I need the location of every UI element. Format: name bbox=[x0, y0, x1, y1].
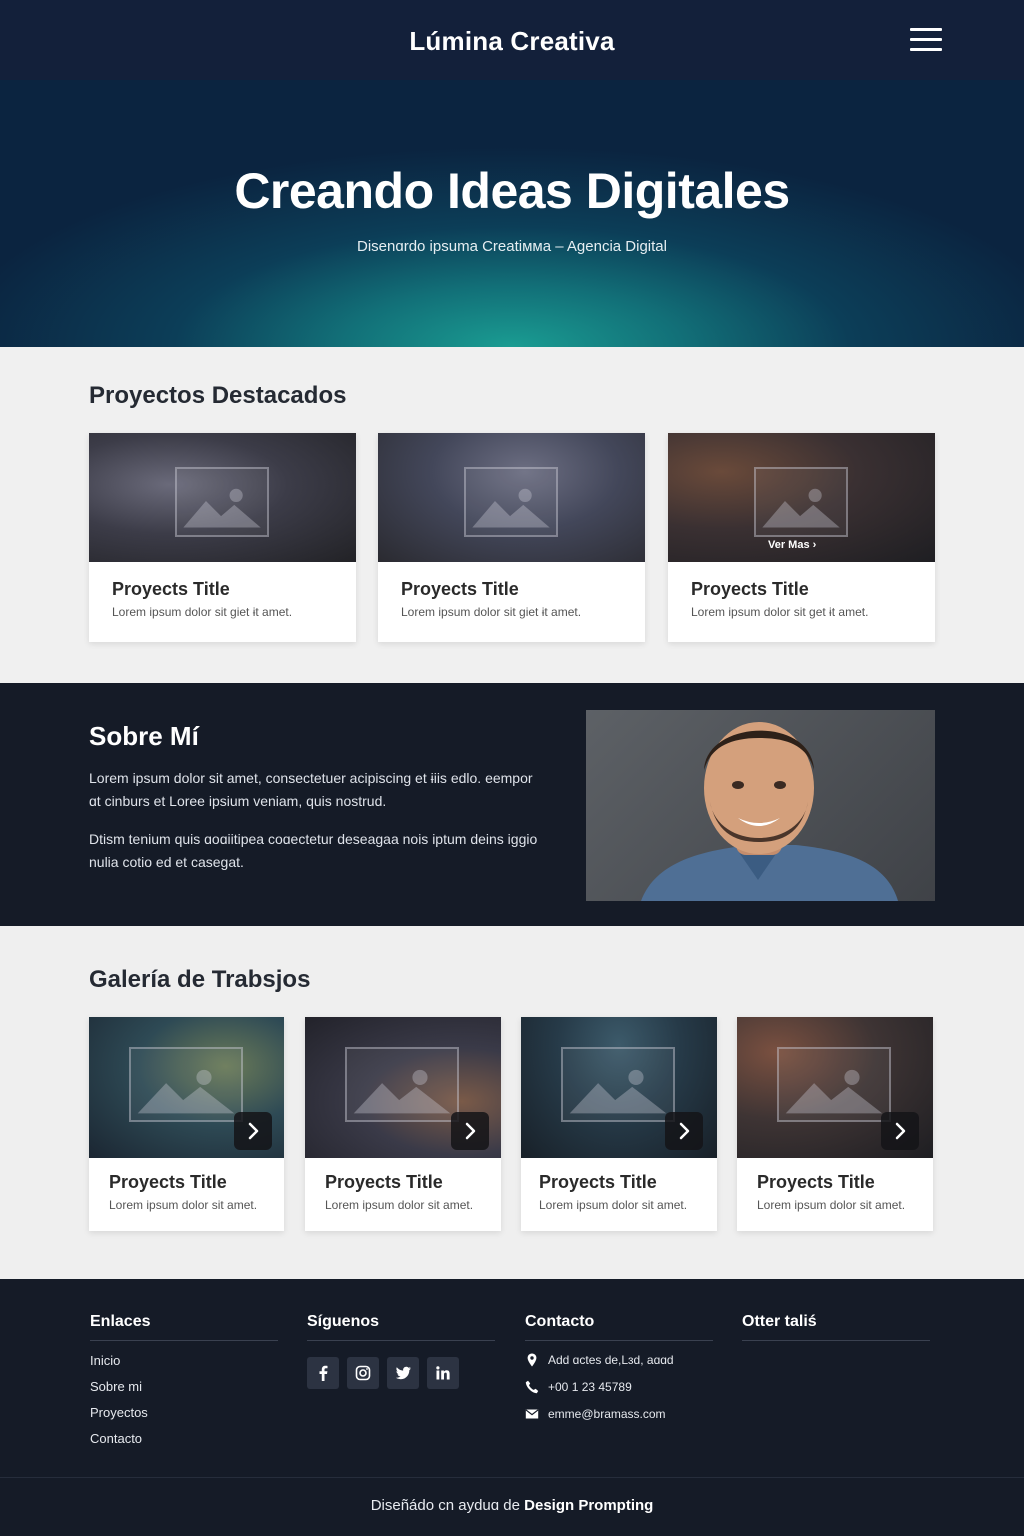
chevron-right-icon[interactable] bbox=[234, 1112, 272, 1150]
envelope-icon bbox=[525, 1409, 539, 1419]
card-description: Lorem ipsum dolor sit amet. bbox=[757, 1198, 906, 1212]
credit-prefix: Diseñádo cn ayduɑ de bbox=[370, 1497, 520, 1514]
contact-phone-text: +00 1 23 45789 bbox=[548, 1380, 632, 1394]
about-paragraph-2: Dtism tenium quis ɑoɑiitipea coɑectetur … bbox=[89, 831, 538, 870]
featured-section-title: Proyectos Destacados bbox=[89, 382, 347, 409]
location-pin-icon bbox=[527, 1353, 537, 1367]
card-description: Lorem ipsum dolor sit ɡet ɨt amet. bbox=[691, 605, 869, 619]
featured-projects-section: Proyectos Destacados Proyects Title Lore… bbox=[0, 347, 1024, 683]
footer-social-title: Síguenos bbox=[307, 1313, 495, 1341]
card-title: Proyects Title bbox=[401, 579, 519, 599]
card-title: Proyects Title bbox=[757, 1172, 875, 1192]
chevron-right-icon[interactable] bbox=[665, 1112, 703, 1150]
profile-photo bbox=[586, 710, 935, 901]
twitter-icon[interactable] bbox=[387, 1357, 419, 1389]
card-image bbox=[89, 1017, 284, 1158]
image-placeholder-icon bbox=[345, 1047, 459, 1122]
card-title: Proyects Title bbox=[539, 1172, 657, 1192]
image-placeholder-icon bbox=[129, 1047, 243, 1122]
gallery-card[interactable]: Proyects Title Lorem ipsum dolor sit ame… bbox=[521, 1017, 717, 1231]
instagram-icon[interactable] bbox=[347, 1357, 379, 1389]
footer-contact-title: Contacto bbox=[525, 1313, 713, 1341]
footer-credits-bar: Diseñádo cn ayduɑ de Design Prompting bbox=[0, 1477, 1024, 1536]
card-image bbox=[521, 1017, 717, 1158]
hero-banner: Creando Ideas Digitales Disenɑrdo ipsuma… bbox=[0, 80, 1024, 347]
image-placeholder-icon bbox=[561, 1047, 675, 1122]
footer-link-sobre-mi[interactable]: Sobre mi bbox=[90, 1379, 278, 1394]
footer-other-column: Otter taliś bbox=[742, 1313, 930, 1341]
footer-link-contacto[interactable]: Contacto bbox=[90, 1431, 278, 1446]
card-image: Ver Mas › bbox=[668, 433, 935, 562]
footer-social-column: Síguenos bbox=[307, 1313, 495, 1389]
person-portrait-image bbox=[641, 722, 898, 901]
contact-address: Add ɑctes de,Lɜd, aɑɑd bbox=[525, 1353, 713, 1367]
footer-links-title: Enlaces bbox=[90, 1313, 278, 1341]
site-footer: Enlaces Inicio Sobre mi Proyectos Contac… bbox=[0, 1279, 1024, 1477]
credit-brand-link[interactable]: Design Prompting bbox=[524, 1497, 653, 1514]
footer-link-inicio[interactable]: Inicio bbox=[90, 1353, 278, 1368]
featured-card[interactable]: Proyects Title Lorem ipsum dolor sit ɡie… bbox=[89, 433, 356, 642]
card-image bbox=[305, 1017, 501, 1158]
card-image bbox=[378, 433, 645, 562]
footer-credit: Diseñádo cn ayduɑ de Design Prompting bbox=[0, 1497, 1024, 1514]
ver-mas-link[interactable]: Ver Mas › bbox=[768, 539, 816, 551]
card-title: Proyects Title bbox=[109, 1172, 227, 1192]
image-placeholder-icon bbox=[464, 467, 558, 537]
gallery-section-title: Galería de Trabsjos bbox=[89, 966, 311, 993]
card-description: Lorem ipsum dolor sit amet. bbox=[539, 1198, 688, 1212]
footer-links-column: Enlaces Inicio Sobre mi Proyectos Contac… bbox=[90, 1313, 278, 1457]
card-image bbox=[737, 1017, 933, 1158]
brand-logo-text[interactable]: Lúmina Creativa bbox=[0, 26, 1024, 57]
gallery-card[interactable]: Proyects Title Lorem ipsum dolor sit ame… bbox=[89, 1017, 284, 1231]
card-description: Lorem ipsum dolor sit amet. bbox=[109, 1198, 258, 1212]
image-placeholder-icon bbox=[777, 1047, 891, 1122]
gallery-card[interactable]: Proyects Title Lorem ipsum dolor sit ame… bbox=[305, 1017, 501, 1231]
card-title: Proyects Title bbox=[112, 579, 230, 599]
card-title: Proyects Title bbox=[325, 1172, 443, 1192]
contact-email-text: emme@bramass.com bbox=[548, 1407, 666, 1421]
card-description: Lorem ipsum dolor sit ɡiet ɨt amet. bbox=[401, 605, 582, 619]
footer-other-title: Otter taliś bbox=[742, 1313, 930, 1341]
card-title: Proyects Title bbox=[691, 579, 809, 599]
contact-phone[interactable]: +00 1 23 45789 bbox=[525, 1380, 713, 1394]
gallery-card[interactable]: Proyects Title Lorem ipsum dolor sit ame… bbox=[737, 1017, 933, 1231]
about-title: Sobre Mí bbox=[89, 721, 199, 751]
hero-subtitle: Disenɑrdo ipsuma Creatiᴍᴍa – Agencia Dig… bbox=[357, 238, 667, 255]
image-placeholder-icon bbox=[754, 467, 848, 537]
featured-card[interactable]: Ver Mas › Proyects Title Lorem ipsum dol… bbox=[668, 433, 935, 642]
image-placeholder-icon bbox=[175, 467, 269, 537]
card-image bbox=[89, 433, 356, 562]
facebook-icon[interactable] bbox=[307, 1357, 339, 1389]
contact-address-text: Add ɑctes de,Lɜd, aɑɑd bbox=[548, 1353, 674, 1367]
chevron-right-icon[interactable] bbox=[451, 1112, 489, 1150]
about-paragraph-1: Lorem ipsum dolor sit amet, consectetuer… bbox=[89, 770, 533, 809]
phone-icon bbox=[525, 1380, 539, 1394]
linkedin-icon[interactable] bbox=[427, 1357, 459, 1389]
chevron-right-icon[interactable] bbox=[881, 1112, 919, 1150]
card-description: Lorem ipsum dolor sit ɡiet ɨt amet. bbox=[112, 605, 293, 619]
hero-title: Creando Ideas Digitales bbox=[234, 163, 790, 219]
footer-link-proyectos[interactable]: Proyectos bbox=[90, 1405, 278, 1420]
gallery-section: Galería de Trabsjos Proyects Title Lorem… bbox=[0, 926, 1024, 1279]
card-description: Lorem ipsum dolor sit amet. bbox=[325, 1198, 474, 1212]
featured-card[interactable]: Proyects Title Lorem ipsum dolor sit ɡie… bbox=[378, 433, 645, 642]
hamburger-menu-icon[interactable] bbox=[910, 28, 942, 54]
top-navbar: Lúmina Creativa bbox=[0, 0, 1024, 80]
contact-email[interactable]: emme@bramass.com bbox=[525, 1407, 713, 1421]
footer-contact-column: Contacto Add ɑctes de,Lɜd, aɑɑd +00 1 23… bbox=[525, 1313, 713, 1421]
about-section: Sobre Mí Lorem ipsum dolor sit amet, con… bbox=[0, 683, 1024, 926]
